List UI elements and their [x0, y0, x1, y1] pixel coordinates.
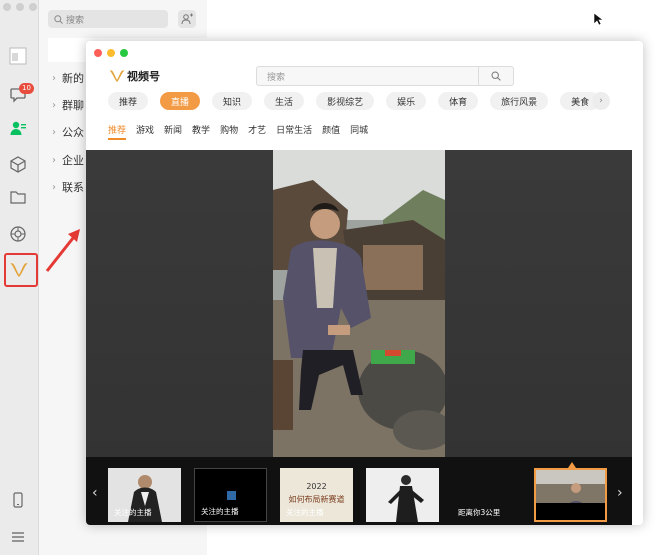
list-item[interactable]: › 公众: [52, 124, 84, 140]
thumbnail[interactable]: 2022 如何布局新赛道 关注的主播: [280, 468, 353, 522]
chevron-right-icon: ›: [52, 72, 56, 84]
thumbnail[interactable]: 距离你3公里: [452, 468, 525, 522]
window-controls: [3, 3, 37, 11]
maximize-dot[interactable]: [29, 3, 37, 11]
live-stage: [86, 150, 632, 457]
list-item[interactable]: › 企业: [52, 152, 84, 168]
chevron-right-icon: ›: [52, 154, 56, 166]
contacts-icon[interactable]: [8, 118, 28, 138]
thumbnail[interactable]: 关注的主播: [108, 468, 181, 522]
category-chip[interactable]: 影视综艺: [316, 92, 375, 110]
contact-search-input[interactable]: 搜索: [48, 10, 168, 28]
maximize-button[interactable]: [120, 49, 128, 57]
list-item[interactable]: › 群聊: [52, 97, 84, 113]
unread-badge: 10: [19, 83, 34, 94]
category-chip[interactable]: 旅行风景: [490, 92, 549, 110]
close-button[interactable]: [94, 49, 102, 57]
list-item-label: 企业: [62, 154, 84, 167]
category-chip[interactable]: 生活: [264, 92, 305, 110]
blurred-backdrop: [445, 150, 632, 457]
list-item-label: 新的: [62, 72, 84, 85]
chevron-right-icon: ›: [52, 126, 56, 138]
blurred-backdrop: [86, 150, 273, 457]
menu-icon[interactable]: [8, 527, 28, 547]
live-thumbnail-strip: ‹ 关注的主播 关注的主播 2022 如何布局新赛道 关注的主播 距离你3公里 …: [86, 457, 632, 525]
thumbnail-image: [536, 470, 605, 520]
avatar[interactable]: [8, 46, 28, 66]
caret-up-icon: [568, 462, 576, 468]
category-chip[interactable]: 推荐: [108, 92, 149, 110]
add-user-icon: [181, 13, 193, 25]
search-icon: [491, 71, 501, 81]
category-chip-active[interactable]: 直播: [160, 92, 201, 110]
subtab-bar: 推荐 游戏 新闻 教学 购物 才艺 日常生活 颜值 同城: [108, 123, 368, 140]
chevron-right-icon: ›: [52, 99, 56, 111]
channels-logo-icon: [110, 70, 124, 82]
minimize-dot[interactable]: [16, 3, 24, 11]
chevron-right-icon[interactable]: ›: [617, 485, 623, 501]
chevron-left-icon[interactable]: ‹: [92, 485, 98, 501]
search-button[interactable]: [478, 66, 513, 86]
subtab[interactable]: 教学: [192, 123, 210, 140]
subtab[interactable]: 购物: [220, 123, 238, 140]
subtab[interactable]: 颜值: [322, 123, 340, 140]
category-bar: 推荐 直播 知识 生活 影视综艺 娱乐 体育 旅行风景 美食: [108, 92, 601, 110]
subtab[interactable]: 游戏: [136, 123, 154, 140]
live-video[interactable]: [273, 150, 445, 457]
box-icon[interactable]: [8, 154, 28, 174]
search-placeholder: 搜索: [66, 15, 85, 26]
list-item-label: 公众: [62, 126, 84, 139]
annotation-arrow-icon: [45, 229, 80, 272]
subtab[interactable]: 日常生活: [276, 123, 312, 140]
thumbnail[interactable]: 关注的主播: [194, 468, 267, 522]
channels-search-input[interactable]: 搜索: [256, 66, 514, 86]
thumbnail-label: 关注的主播: [286, 508, 324, 517]
list-item-label: 群聊: [62, 99, 84, 112]
close-dot[interactable]: [3, 3, 11, 11]
thumbnail-overlay-text: 如何布局新赛道: [288, 495, 345, 504]
subtab-active[interactable]: 推荐: [108, 123, 127, 140]
chevron-right-icon: ›: [52, 181, 56, 193]
thumbnail-label: 距离你3公里: [458, 508, 501, 517]
thumbnail[interactable]: [366, 468, 439, 522]
thumbnail-label: 关注的主播: [114, 508, 152, 517]
folder-icon[interactable]: [8, 187, 28, 207]
list-item[interactable]: › 新的: [52, 70, 84, 86]
add-contact-button[interactable]: [178, 10, 196, 28]
app-logo: 视频号: [110, 68, 160, 84]
thumbnail-overlay-text: 2022: [306, 482, 327, 491]
category-chip[interactable]: 体育: [438, 92, 479, 110]
thumbnail-label: 关注的主播: [201, 507, 239, 516]
aperture-icon[interactable]: [8, 224, 28, 244]
category-chip[interactable]: 娱乐: [386, 92, 427, 110]
annotation-highlight-box: [4, 253, 38, 287]
search-placeholder: 搜索: [267, 72, 286, 83]
search-icon: [54, 14, 63, 24]
chevron-right-icon[interactable]: ›: [592, 92, 610, 110]
phone-icon[interactable]: [8, 490, 28, 510]
minimize-button[interactable]: [107, 49, 115, 57]
mouse-cursor-icon: [593, 12, 603, 26]
window-controls: [94, 49, 128, 57]
app-name: 视频号: [127, 70, 160, 83]
live-video-frame: [273, 150, 445, 457]
channels-window: 视频号 搜索 推荐 直播 知识 生活 影视综艺 娱乐 体育 旅行风景 美食 › …: [86, 41, 643, 525]
list-item[interactable]: › 联系: [52, 179, 84, 195]
subtab[interactable]: 新闻: [164, 123, 182, 140]
subtab[interactable]: 同城: [350, 123, 368, 140]
subtab[interactable]: 才艺: [248, 123, 266, 140]
list-item-label: 联系: [62, 181, 84, 194]
thumbnail-selected[interactable]: [534, 468, 607, 522]
thumbnail-image: [366, 468, 439, 522]
category-chip[interactable]: 知识: [212, 92, 253, 110]
